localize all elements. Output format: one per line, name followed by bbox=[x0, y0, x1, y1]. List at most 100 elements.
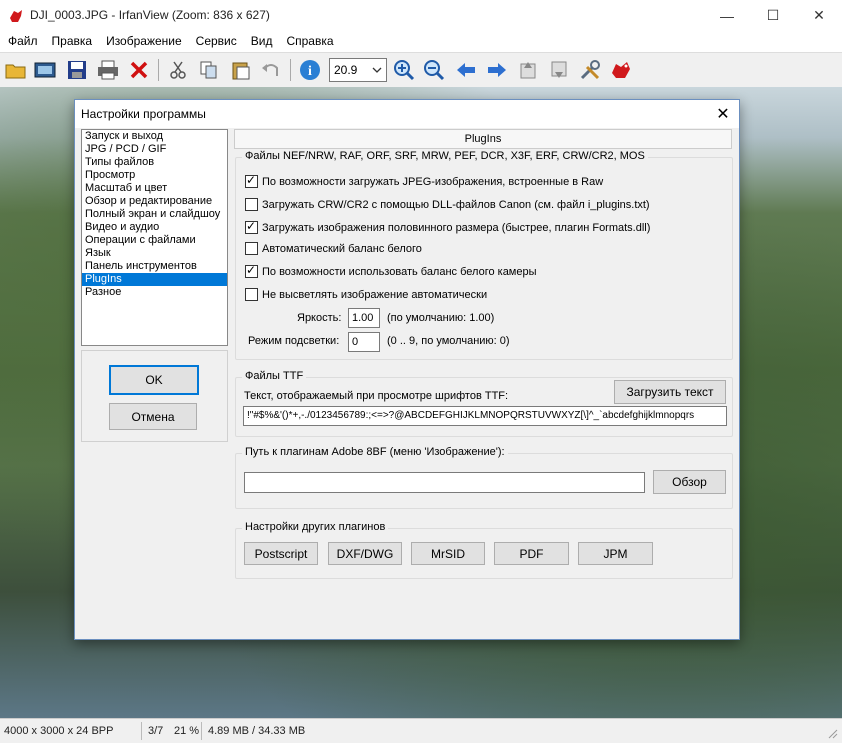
status-zoom: 21 % bbox=[174, 725, 200, 737]
status-separator bbox=[201, 722, 202, 740]
minimize-button[interactable]: — bbox=[704, 0, 750, 31]
brightness-hint: (по умолчанию: 1.00) bbox=[387, 312, 495, 324]
status-memory: 4.89 MB / 34.33 MB bbox=[208, 725, 306, 737]
brightness-label: Яркость: bbox=[297, 312, 342, 324]
jpm-button[interactable]: JPM bbox=[578, 542, 653, 565]
option-label: Не высветлять изображение автоматически bbox=[262, 288, 488, 301]
category-item[interactable]: Полный экран и слайдшоу bbox=[82, 208, 227, 221]
menu-view[interactable]: Вид bbox=[243, 31, 279, 48]
resize-grip-icon[interactable] bbox=[826, 727, 838, 739]
undo-icon[interactable] bbox=[258, 57, 284, 83]
checkbox-checked[interactable] bbox=[245, 219, 258, 234]
info-icon[interactable]: i bbox=[297, 57, 323, 83]
prev-icon[interactable] bbox=[453, 57, 479, 83]
category-item[interactable]: Запуск и выход bbox=[82, 130, 227, 143]
maximize-button[interactable]: ☐ bbox=[750, 0, 796, 31]
option-label: Загружать изображения половинного размер… bbox=[262, 221, 651, 234]
raw-files-group: Файлы NEF/NRW, RAF, ORF, SRF, MRW, PEF, … bbox=[235, 150, 733, 360]
highlight-label: Режим подсветки: bbox=[248, 335, 340, 347]
status-separator bbox=[141, 722, 142, 740]
menu-edit[interactable]: Правка bbox=[44, 31, 99, 48]
option-label: По возможности загружать JPEG-изображени… bbox=[262, 175, 604, 188]
other-plugins-group: Настройки других плагинов Postscript DXF… bbox=[235, 521, 733, 579]
menu-file[interactable]: Файл bbox=[0, 31, 44, 48]
pdf-button[interactable]: PDF bbox=[494, 542, 569, 565]
option-label: По возможности использовать баланс белог… bbox=[262, 265, 537, 278]
category-item[interactable]: Операции с файлами bbox=[82, 234, 227, 247]
print-icon[interactable] bbox=[95, 57, 121, 83]
zoom-combobox[interactable]: 20.9 bbox=[329, 58, 387, 82]
save-icon[interactable] bbox=[64, 57, 90, 83]
raw-option-embedded-jpeg[interactable]: По возможности загружать JPEG-изображени… bbox=[245, 173, 604, 188]
menu-image[interactable]: Изображение bbox=[98, 31, 188, 48]
toolbar-separator bbox=[158, 59, 159, 81]
checkbox-unchecked[interactable] bbox=[245, 198, 258, 211]
last-page-icon[interactable] bbox=[546, 57, 572, 83]
ok-button[interactable]: OK bbox=[109, 365, 199, 395]
category-item[interactable]: Язык bbox=[82, 247, 227, 260]
status-bar: 4000 x 3000 x 24 BPP 3/7 21 % 4.89 MB / … bbox=[0, 718, 842, 743]
raw-option-canon-dll[interactable]: Загружать CRW/CR2 с помощью DLL-файлов C… bbox=[245, 198, 650, 211]
category-item[interactable]: Типы файлов bbox=[82, 156, 227, 169]
category-item[interactable]: Просмотр bbox=[82, 169, 227, 182]
highlight-input[interactable]: 0 bbox=[348, 332, 380, 352]
load-text-button[interactable]: Загрузить текст bbox=[614, 380, 726, 404]
raw-option-half-size[interactable]: Загружать изображения половинного размер… bbox=[245, 219, 651, 234]
category-item-selected[interactable]: PlugIns bbox=[82, 273, 227, 286]
cancel-button[interactable]: Отмена bbox=[109, 403, 197, 430]
ttf-text-label: Текст, отображаемый при просмотре шрифто… bbox=[244, 390, 509, 402]
copy-icon[interactable] bbox=[196, 57, 222, 83]
raw-option-camera-wb[interactable]: По возможности использовать баланс белог… bbox=[245, 263, 537, 278]
menu-help[interactable]: Справка bbox=[278, 31, 339, 48]
category-item[interactable]: Обзор и редактирование bbox=[82, 195, 227, 208]
first-page-icon[interactable] bbox=[515, 57, 541, 83]
category-list[interactable]: Запуск и выход JPG / PCD / GIF Типы файл… bbox=[81, 129, 228, 346]
zoom-value: 20.9 bbox=[334, 63, 358, 77]
dialog-title: Настройки программы bbox=[81, 107, 206, 121]
title-bar[interactable]: DJI_0003.JPG - IrfanView (Zoom: 836 x 62… bbox=[0, 0, 842, 31]
settings-icon[interactable] bbox=[577, 57, 603, 83]
app-icon bbox=[10, 10, 22, 22]
ttf-text-input[interactable]: !"#$%&'()*+,-./0123456789:;<=>?@ABCDEFGH… bbox=[243, 406, 727, 426]
adobe-path-input[interactable] bbox=[244, 472, 645, 493]
category-item[interactable]: JPG / PCD / GIF bbox=[82, 143, 227, 156]
option-label: Автоматический баланс белого bbox=[262, 242, 422, 255]
highlight-hint: (0 .. 9, по умолчанию: 0) bbox=[387, 335, 510, 347]
category-item[interactable]: Масштаб и цвет bbox=[82, 182, 227, 195]
checkbox-unchecked[interactable] bbox=[245, 288, 258, 301]
zoom-out-icon[interactable] bbox=[421, 57, 447, 83]
category-item[interactable]: Видео и аудио bbox=[82, 221, 227, 234]
status-dimensions: 4000 x 3000 x 24 BPP bbox=[4, 725, 114, 737]
option-label: Загружать CRW/CR2 с помощью DLL-файлов C… bbox=[262, 198, 650, 211]
dxf-dwg-button[interactable]: DXF/DWG bbox=[328, 542, 402, 565]
svg-text:i: i bbox=[308, 64, 312, 79]
close-button[interactable]: ✕ bbox=[796, 0, 842, 31]
mrsid-button[interactable]: MrSID bbox=[411, 542, 485, 565]
browse-button[interactable]: Обзор bbox=[653, 470, 726, 494]
checkbox-checked[interactable] bbox=[245, 263, 258, 278]
postscript-button[interactable]: Postscript bbox=[244, 542, 318, 565]
irfanview-logo-icon[interactable] bbox=[608, 57, 634, 83]
category-item[interactable]: Разное bbox=[82, 286, 227, 299]
raw-group-label: Файлы NEF/NRW, RAF, ORF, SRF, MRW, PEF, … bbox=[242, 150, 648, 162]
ttf-files-group: Файлы TTF Текст, отображаемый при просмо… bbox=[235, 370, 733, 437]
paste-icon[interactable] bbox=[228, 57, 254, 83]
next-icon[interactable] bbox=[484, 57, 510, 83]
other-group-label: Настройки других плагинов bbox=[242, 521, 389, 533]
cut-icon[interactable] bbox=[165, 57, 191, 83]
category-item[interactable]: Панель инструментов bbox=[82, 260, 227, 273]
menu-options[interactable]: Сервис bbox=[188, 31, 243, 48]
dialog-close-icon[interactable]: ✕ bbox=[711, 103, 735, 125]
raw-option-no-brighten[interactable]: Не высветлять изображение автоматически bbox=[245, 288, 487, 301]
adobe-plugins-group: Путь к плагинам Adobe 8BF (меню 'Изображ… bbox=[235, 446, 733, 509]
checkbox-unchecked[interactable] bbox=[245, 242, 258, 255]
slideshow-icon[interactable] bbox=[32, 57, 58, 83]
brightness-input[interactable]: 1.00 bbox=[348, 308, 380, 328]
open-folder-icon[interactable] bbox=[3, 57, 29, 83]
delete-icon[interactable] bbox=[126, 57, 152, 83]
checkbox-checked[interactable] bbox=[245, 173, 258, 188]
dialog-title-bar[interactable]: Настройки программы ✕ bbox=[75, 100, 739, 128]
raw-option-auto-wb[interactable]: Автоматический баланс белого bbox=[245, 242, 422, 255]
settings-dialog: Настройки программы ✕ Запуск и выход JPG… bbox=[74, 99, 740, 640]
zoom-in-icon[interactable] bbox=[391, 57, 417, 83]
